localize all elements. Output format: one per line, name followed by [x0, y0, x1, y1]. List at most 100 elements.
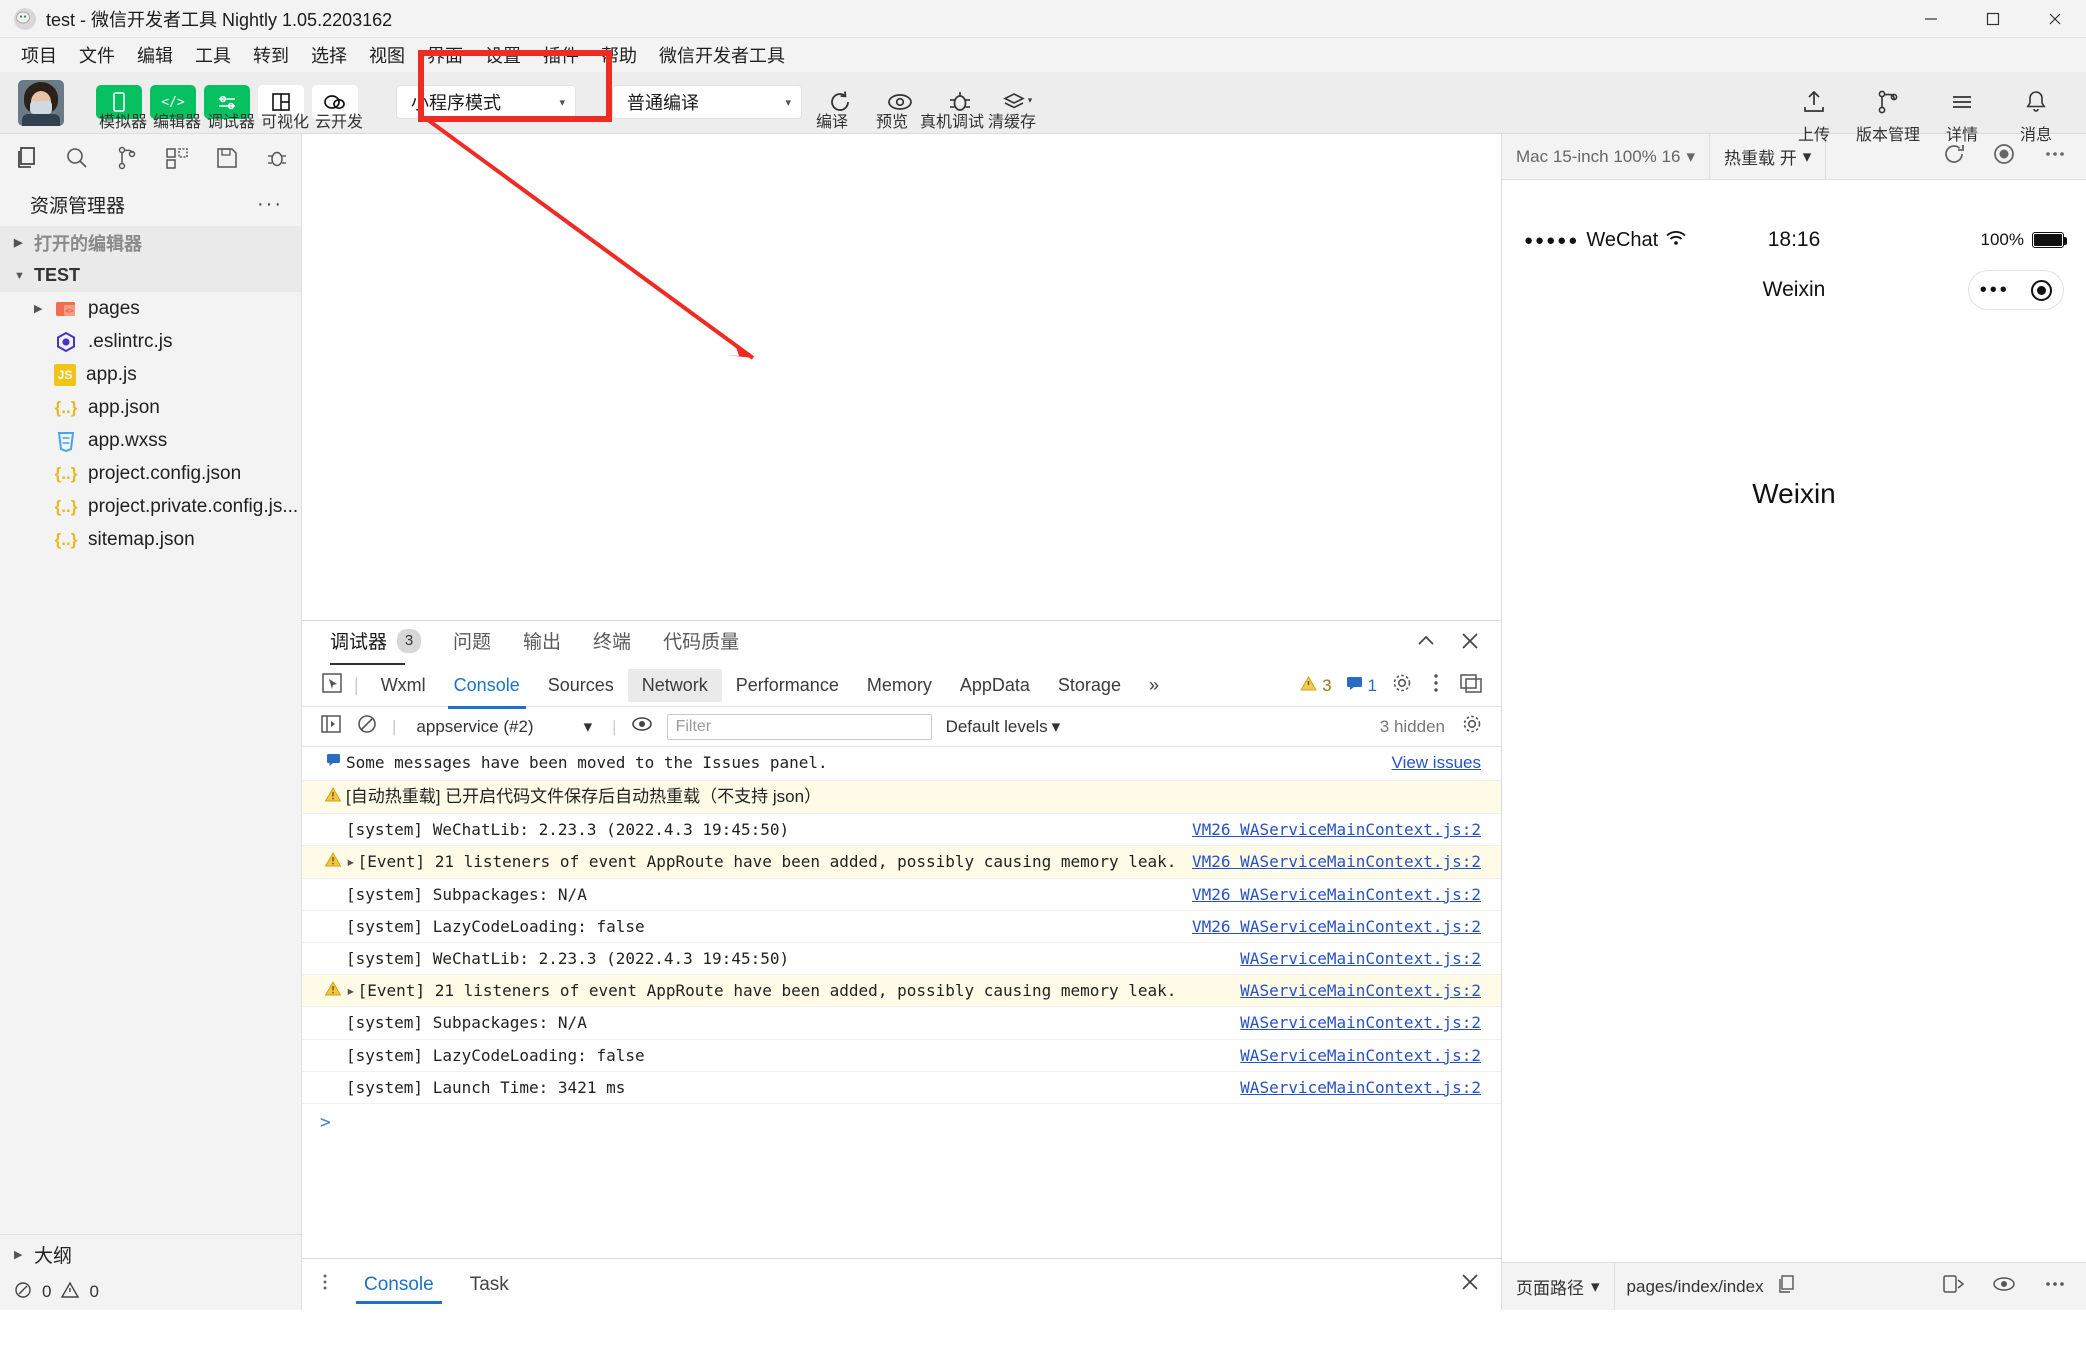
- panel-tab-output[interactable]: 输出: [523, 627, 561, 659]
- tree-item-app-js[interactable]: JS app.js: [0, 358, 301, 391]
- kebab-menu-icon[interactable]: [1427, 672, 1445, 699]
- sidebar-toggle-icon[interactable]: [320, 713, 342, 740]
- details-button[interactable]: 详情: [1936, 85, 1988, 144]
- panel-tab-problems[interactable]: 问题: [453, 627, 491, 659]
- panel-tab-terminal[interactable]: 终端: [593, 627, 631, 659]
- save-icon[interactable]: [210, 141, 244, 175]
- log-row[interactable]: [system] Subpackages: N/A VM26 WAService…: [302, 879, 1501, 911]
- simulator-screen[interactable]: ●●●●● WeChat 18:16 100% Weixin ••• Weixi…: [1502, 180, 2086, 1262]
- version-control-button[interactable]: 版本管理: [1856, 85, 1920, 144]
- log-levels-select[interactable]: Default levels ▾: [946, 717, 1061, 737]
- tree-item-project-private-config[interactable]: {..} project.private.config.js...: [0, 490, 301, 523]
- explorer-more-icon[interactable]: ···: [257, 193, 283, 216]
- menu-item-1[interactable]: 文件: [68, 39, 126, 71]
- inspect-element-icon[interactable]: [320, 671, 344, 700]
- log-source-link[interactable]: WAServiceMainContext.js:2: [1240, 947, 1501, 970]
- menu-item-11[interactable]: 微信开发者工具: [648, 39, 796, 71]
- tab-network[interactable]: Network: [627, 669, 722, 702]
- menu-item-0[interactable]: 项目: [10, 39, 68, 71]
- outline-section[interactable]: 大纲: [0, 1234, 301, 1274]
- gear-icon[interactable]: [1461, 713, 1483, 740]
- tree-item-eslintrc[interactable]: .eslintrc.js: [0, 325, 301, 358]
- chevron-up-icon[interactable]: [1415, 630, 1437, 657]
- capsule-close-icon[interactable]: [2031, 279, 2053, 301]
- log-source-link[interactable]: WAServiceMainContext.js:2: [1240, 1076, 1501, 1099]
- log-source-link[interactable]: VM26 WAServiceMainContext.js:2: [1192, 850, 1501, 873]
- tab-memory[interactable]: Memory: [853, 669, 946, 702]
- tree-item-app-wxss[interactable]: app.wxss: [0, 424, 301, 457]
- menu-item-4[interactable]: 转到: [242, 39, 300, 71]
- extensions-icon[interactable]: [160, 141, 194, 175]
- close-button[interactable]: [2024, 0, 2086, 38]
- drawer-tab-task[interactable]: Task: [452, 1266, 527, 1304]
- source-control-icon[interactable]: [110, 141, 144, 175]
- panel-tab-code-quality[interactable]: 代码质量: [663, 627, 739, 659]
- log-row[interactable]: Some messages have been moved to the Iss…: [302, 747, 1501, 781]
- search-icon[interactable]: [60, 141, 94, 175]
- menu-item-5[interactable]: 选择: [300, 39, 358, 71]
- tree-item-app-json[interactable]: {..} app.json: [0, 391, 301, 424]
- eye-icon[interactable]: [631, 713, 653, 740]
- log-row[interactable]: [system] LazyCodeLoading: false WAServic…: [302, 1040, 1501, 1072]
- device-icon[interactable]: [1942, 1273, 1966, 1300]
- close-icon[interactable]: [1459, 630, 1481, 657]
- menu-item-10[interactable]: 帮助: [590, 39, 648, 71]
- editor-area[interactable]: [302, 134, 1501, 620]
- tree-item-sitemap-json[interactable]: {..} sitemap.json: [0, 523, 301, 556]
- expand-icon[interactable]: ▸: [346, 981, 356, 1000]
- compile-select[interactable]: 普通编译 ▾: [612, 85, 802, 119]
- section-project-root[interactable]: TEST: [0, 259, 301, 292]
- upload-button[interactable]: 上传: [1788, 85, 1840, 144]
- gear-icon[interactable]: [1391, 672, 1413, 699]
- menu-item-7[interactable]: 界面: [416, 39, 474, 71]
- console-log-list[interactable]: Some messages have been moved to the Iss…: [302, 747, 1501, 1258]
- log-source-link[interactable]: VM26 WAServiceMainContext.js:2: [1192, 883, 1501, 906]
- menu-item-6[interactable]: 视图: [358, 39, 416, 71]
- section-open-editors[interactable]: 打开的编辑器: [0, 226, 301, 259]
- log-source-link[interactable]: WAServiceMainContext.js:2: [1240, 1011, 1501, 1034]
- more-icon[interactable]: [2042, 1274, 2068, 1299]
- minimize-button[interactable]: [1900, 0, 1962, 38]
- tree-item-project-config[interactable]: {..} project.config.json: [0, 457, 301, 490]
- message-counter[interactable]: 1: [1346, 676, 1377, 696]
- panel-tab-debugger[interactable]: 调试器 3: [330, 627, 422, 665]
- menu-item-2[interactable]: 编辑: [126, 39, 184, 71]
- tab-sources[interactable]: Sources: [534, 669, 628, 702]
- tab-wxml[interactable]: Wxml: [367, 669, 440, 702]
- problems-status[interactable]: 0 0: [0, 1274, 301, 1310]
- warning-counter[interactable]: 3: [1300, 675, 1332, 697]
- tab-console[interactable]: Console: [440, 669, 534, 709]
- menu-item-9[interactable]: 插件: [532, 39, 590, 71]
- eye-icon[interactable]: [1992, 1274, 2016, 1299]
- debug-icon[interactable]: [260, 141, 294, 175]
- log-source-link[interactable]: VM26 WAServiceMainContext.js:2: [1192, 915, 1501, 938]
- capsule-buttons[interactable]: •••: [1968, 270, 2064, 310]
- menu-item-8[interactable]: 设置: [474, 39, 532, 71]
- capsule-menu-icon[interactable]: •••: [1980, 279, 2010, 302]
- user-avatar[interactable]: [18, 80, 64, 126]
- log-row[interactable]: ▸ [Event] 21 listeners of event AppRoute …: [302, 846, 1501, 879]
- page-path-select[interactable]: 页面路径 ▾: [1502, 1263, 1615, 1310]
- device-select[interactable]: Mac 15-inch 100% 16 ▾: [1502, 134, 1710, 179]
- maximize-button[interactable]: [1962, 0, 2024, 38]
- menu-item-3[interactable]: 工具: [184, 39, 242, 71]
- log-row[interactable]: [system] WeChatLib: 2.23.3 (2022.4.3 19:…: [302, 814, 1501, 847]
- log-source-link[interactable]: WAServiceMainContext.js:2: [1240, 1044, 1501, 1067]
- messages-button[interactable]: 消息: [2010, 85, 2062, 144]
- log-row[interactable]: [system] Subpackages: N/A WAServiceMainC…: [302, 1007, 1501, 1040]
- tree-item-pages[interactable]: <> pages: [0, 292, 301, 325]
- drawer-tab-console[interactable]: Console: [346, 1266, 452, 1304]
- record-icon[interactable]: [1992, 142, 2016, 171]
- view-issues-link[interactable]: View issues: [1392, 751, 1501, 776]
- tab-more-icon[interactable]: »: [1135, 669, 1173, 702]
- log-row[interactable]: [system] LazyCodeLoading: false VM26 WAS…: [302, 911, 1501, 944]
- log-row[interactable]: [system] Launch Time: 3421 ms WAServiceM…: [302, 1072, 1501, 1104]
- console-prompt[interactable]: >: [302, 1104, 1501, 1133]
- log-source-link[interactable]: VM26 WAServiceMainContext.js:2: [1192, 818, 1501, 841]
- context-select[interactable]: appservice (#2) ▾: [410, 717, 598, 737]
- tab-storage[interactable]: Storage: [1044, 669, 1135, 702]
- copy-icon[interactable]: [1776, 1274, 1796, 1299]
- log-row[interactable]: [自动热重载] 已开启代码文件保存后自动热重载（不支持 json）: [302, 780, 1501, 815]
- log-row[interactable]: [system] WeChatLib: 2.23.3 (2022.4.3 19:…: [302, 943, 1501, 976]
- log-source-link[interactable]: WAServiceMainContext.js:2: [1240, 979, 1501, 1002]
